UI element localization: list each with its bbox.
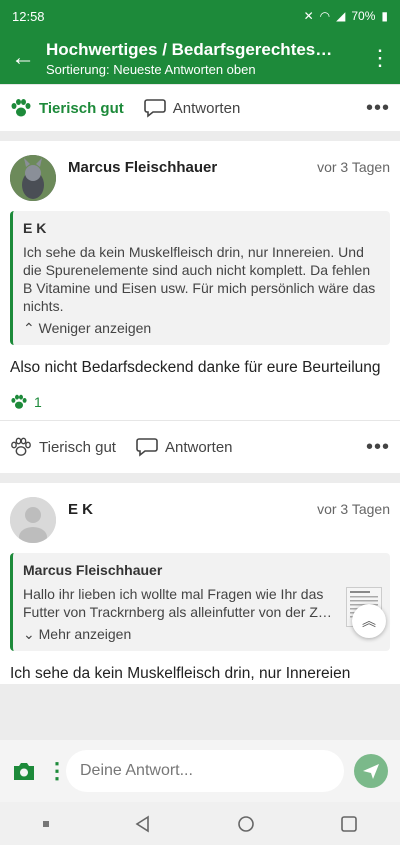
thread-content: Tierisch gut Antworten ••• Marcus Fleisc… xyxy=(0,84,400,740)
paw-icon xyxy=(11,99,31,117)
app-bar: ← Hochwertiges / Bedarfsgerechtes… Sorti… xyxy=(0,32,400,84)
post-card: E K vor 3 Tagen Marcus Fleischhauer Hall… xyxy=(0,483,400,684)
more-options-icon[interactable]: ••• xyxy=(366,436,390,459)
like-label: Tierisch gut xyxy=(39,438,116,456)
more-options-icon[interactable]: ••• xyxy=(366,97,390,120)
home-circle-icon[interactable] xyxy=(237,815,255,833)
avatar[interactable] xyxy=(10,155,56,201)
wifi-icon: ◠ xyxy=(319,9,331,23)
signal-icon: ◢ xyxy=(336,9,346,23)
like-count-value: 1 xyxy=(34,394,42,410)
previous-post-actions: Tierisch gut Antworten ••• xyxy=(0,84,400,131)
post-author[interactable]: E K xyxy=(68,501,317,518)
more-vertical-icon[interactable]: ⋮ xyxy=(46,758,68,784)
chevron-down-icon: ⌄ xyxy=(23,626,35,642)
comment-icon xyxy=(136,438,158,457)
double-chevron-up-icon: ︽ xyxy=(362,613,376,629)
reply-label: Antworten xyxy=(164,438,233,456)
page-title: Hochwertiges / Bedarfsgerechtes… xyxy=(46,39,333,59)
comment-icon xyxy=(143,99,166,118)
post-time: vor 3 Tagen xyxy=(317,501,390,517)
chevron-up-icon: ⌃ xyxy=(23,320,35,336)
sort-subtitle[interactable]: Sortierung: Neueste Antworten oben xyxy=(46,62,360,77)
post-author[interactable]: Marcus Fleischhauer xyxy=(68,159,317,176)
send-icon xyxy=(363,764,379,779)
reply-composer: ⋮ Deine Antwort... xyxy=(0,740,400,802)
status-time: 12:58 xyxy=(12,8,45,24)
overflow-menu-icon[interactable]: ⋮ xyxy=(360,45,400,71)
status-bar: 12:58 ✕ ◠ ◢ 70% ▮ xyxy=(0,0,400,32)
back-triangle-icon[interactable] xyxy=(134,815,152,833)
show-more-button[interactable]: ⌄ Mehr anzeigen xyxy=(23,625,334,643)
like-button[interactable]: Tierisch gut xyxy=(10,98,124,118)
mute-icon: ✕ xyxy=(303,9,314,23)
post-card: Marcus Fleischhauer vor 3 Tagen E K Ich … xyxy=(0,141,400,473)
reply-input[interactable]: Deine Antwort... xyxy=(66,750,344,792)
show-less-button[interactable]: ⌃ Weniger anzeigen xyxy=(23,319,380,337)
quote-text: Ich sehe da kein Muskelfleisch drin, nur… xyxy=(23,244,376,314)
default-user-avatar-icon xyxy=(10,497,56,543)
quote-author: Marcus Fleischhauer xyxy=(23,562,163,578)
back-arrow-icon[interactable]: ← xyxy=(0,44,46,72)
like-count[interactable]: 1 xyxy=(10,394,390,420)
reply-button[interactable]: Antworten xyxy=(143,98,241,118)
overview-square-icon[interactable] xyxy=(340,815,358,833)
post-time: vor 3 Tagen xyxy=(317,159,390,175)
reply-input-placeholder: Deine Antwort... xyxy=(80,762,193,779)
paw-outline-icon xyxy=(11,437,31,456)
battery-level: 70% xyxy=(351,9,376,23)
recents-dot-icon[interactable] xyxy=(42,820,49,827)
camera-icon[interactable] xyxy=(12,760,36,782)
post-text: Ich sehe da kein Muskelfleisch drin, nur… xyxy=(10,665,351,682)
quoted-post[interactable]: Marcus Fleischhauer Hallo ihr lieben ich… xyxy=(10,553,390,651)
system-nav-bar xyxy=(0,802,400,845)
quote-text: Hallo ihr lieben ich wollte mal Fragen w… xyxy=(23,586,332,620)
like-button[interactable]: Tierisch gut xyxy=(10,437,116,457)
paw-icon xyxy=(11,394,27,409)
post-text: Also nicht Bedarfsdeckend danke für eure… xyxy=(10,359,381,376)
scroll-to-top-button[interactable]: ︽ xyxy=(352,604,386,638)
reply-button[interactable]: Antworten xyxy=(136,437,233,457)
reply-label: Antworten xyxy=(172,99,241,117)
dog-avatar-image xyxy=(10,155,56,201)
like-label: Tierisch gut xyxy=(39,99,124,117)
send-button[interactable] xyxy=(354,754,388,788)
quote-author: E K xyxy=(23,220,47,236)
battery-icon: ▮ xyxy=(381,9,388,23)
quoted-post[interactable]: E K Ich sehe da kein Muskelfleisch drin,… xyxy=(10,211,390,345)
avatar[interactable] xyxy=(10,497,56,543)
